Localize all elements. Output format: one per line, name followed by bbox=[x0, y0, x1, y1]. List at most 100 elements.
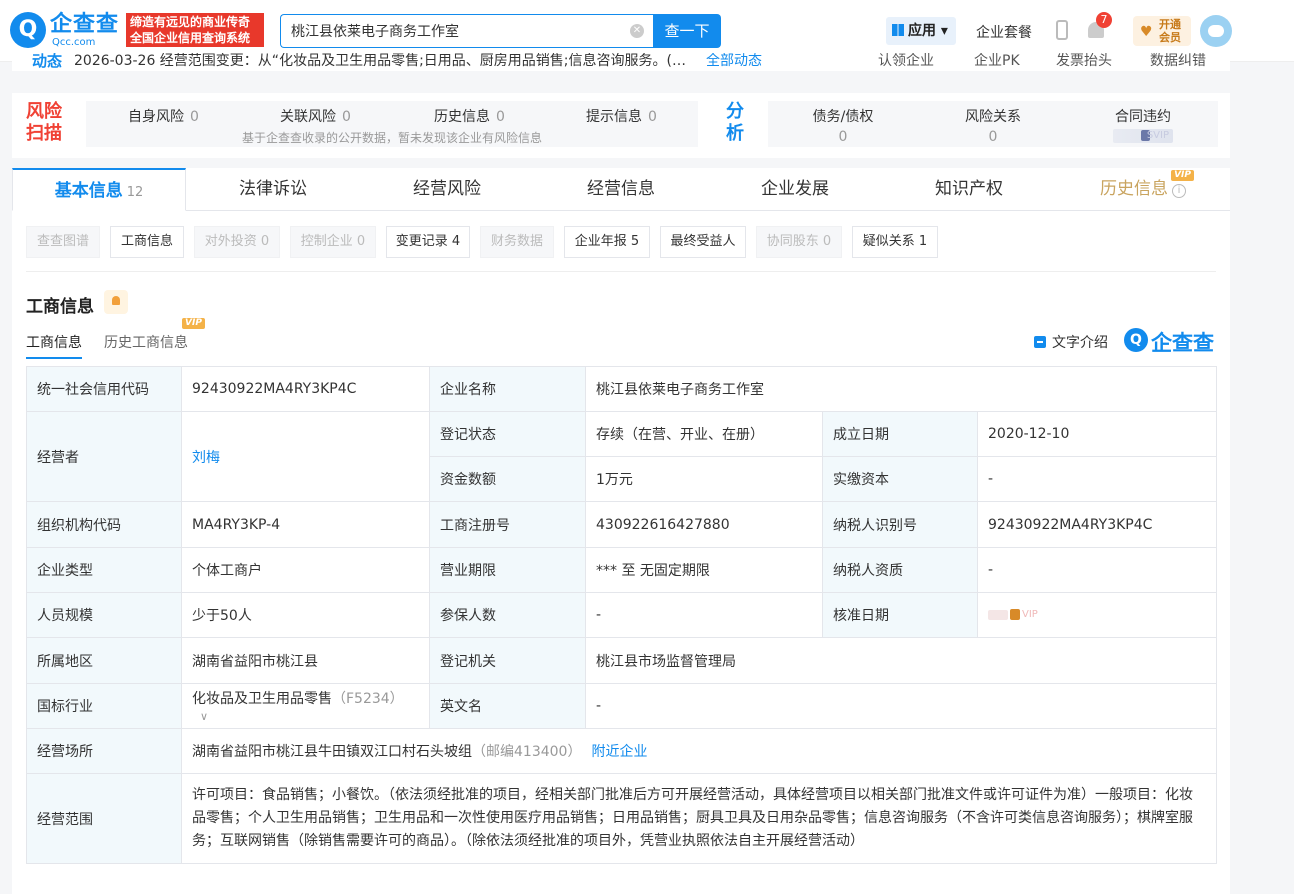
search-button[interactable]: 查一下 bbox=[653, 14, 721, 48]
dynamics-strip: 动态 2026-03-26 经营范围变更：从“化妆品及卫生用品零售;日用品、厨房… bbox=[12, 53, 1230, 71]
section-title: 工商信息 bbox=[26, 297, 94, 317]
tab-history[interactable]: 历史信息 i VIP bbox=[1056, 168, 1230, 211]
claim-company-link[interactable]: 认领企业 bbox=[878, 53, 934, 70]
vip-lock-icon bbox=[988, 608, 1046, 622]
risk-self[interactable]: 自身风险 0 bbox=[128, 106, 199, 126]
all-dynamics-link[interactable]: 全部动态 bbox=[706, 53, 762, 70]
search-box: ✕ bbox=[280, 14, 654, 48]
label: 组织机构代码 bbox=[26, 501, 182, 548]
label: 经营范围 bbox=[26, 773, 182, 864]
label: 核准日期 bbox=[822, 592, 978, 638]
logo-icon: Q bbox=[10, 12, 46, 48]
english-name-value: - bbox=[585, 683, 1217, 729]
logo-icon: Q bbox=[1124, 328, 1148, 352]
tab-operation-risk[interactable]: 经营风险 bbox=[360, 168, 534, 211]
risk-related[interactable]: 关联风险 0 bbox=[280, 106, 351, 126]
slogan-banner: 缔造有远见的商业传奇 全国企业信用查询系统 bbox=[126, 13, 264, 47]
slogan-line-1: 缔造有远见的商业传奇 bbox=[130, 15, 251, 29]
label: 企业类型 bbox=[26, 547, 182, 593]
grid-icon bbox=[892, 24, 904, 36]
subtab-beneficiary[interactable]: 最终受益人 bbox=[660, 226, 746, 258]
tab-legal[interactable]: 法律诉讼 bbox=[186, 168, 360, 211]
invoice-title-link[interactable]: 发票抬头 bbox=[1056, 53, 1112, 70]
postcode: （邮编413400） bbox=[472, 744, 582, 760]
vip-line-1: 开通 bbox=[1159, 18, 1181, 31]
apps-menu[interactable]: 应用 ▾ bbox=[886, 17, 956, 45]
operator-link[interactable]: 刘梅 bbox=[181, 411, 430, 502]
industry-value[interactable]: 化妆品及卫生用品零售（F5234）∨ bbox=[181, 683, 430, 729]
clear-icon[interactable]: ✕ bbox=[630, 24, 644, 38]
label: 英文名 bbox=[429, 683, 586, 729]
open-vip-button[interactable]: ♥ 开通 会员 bbox=[1133, 16, 1191, 46]
word-intro-button[interactable]: 文字介绍 bbox=[1034, 332, 1108, 352]
slogan-line-2: 全国企业信用查询系统 bbox=[130, 31, 251, 45]
chevron-down-icon[interactable]: ∨ bbox=[200, 710, 208, 723]
subtab-finance[interactable]: 财务数据 bbox=[480, 226, 554, 258]
label: 人员规模 bbox=[26, 592, 182, 638]
tax-id-value: 92430922MA4RY3KP4C bbox=[977, 501, 1217, 548]
subtab-investment[interactable]: 对外投资 0 bbox=[194, 226, 280, 258]
risk-scan-title: 风险扫描 bbox=[26, 101, 62, 144]
subscribe-bell-icon[interactable] bbox=[104, 290, 128, 314]
nearby-companies-link[interactable]: 附近企业 bbox=[591, 744, 647, 760]
label: 工商注册号 bbox=[429, 501, 586, 548]
region-value: 湖南省益阳市桃江县 bbox=[181, 637, 430, 684]
subtab-annual-report[interactable]: 企业年报 5 bbox=[564, 226, 650, 258]
company-pk-link[interactable]: 企业PK bbox=[974, 53, 1020, 70]
inner-tab-business-info[interactable]: 工商信息 bbox=[26, 332, 82, 359]
logo-domain: Qcc.com bbox=[52, 37, 96, 48]
tab-basic-info[interactable]: 基本信息 12 bbox=[12, 168, 186, 211]
business-info-table: 统一社会信用代码 92430922MA4RY3KP4C 企业名称 桃江县依莱电子… bbox=[26, 366, 1217, 864]
vip-tag: VIP bbox=[1171, 170, 1194, 181]
reg-number-value: 430922616427880 bbox=[585, 501, 823, 548]
approve-date-value[interactable] bbox=[977, 592, 1217, 638]
analysis-contract-breach[interactable]: 合同违约 bbox=[1068, 106, 1218, 147]
subtab-shareholders[interactable]: 协同股东 0 bbox=[756, 226, 842, 258]
risk-history[interactable]: 历史信息 0 bbox=[434, 106, 505, 126]
staff-size-value: 少于50人 bbox=[181, 592, 430, 638]
label: 国标行业 bbox=[26, 683, 182, 729]
label: 统一社会信用代码 bbox=[26, 366, 182, 412]
subtab-changes[interactable]: 变更记录 4 bbox=[386, 226, 470, 258]
paid-capital-value: - bbox=[977, 456, 1217, 502]
capital-value: 1万元 bbox=[585, 456, 823, 502]
address-value: 湖南省益阳市桃江县牛田镇双江口村石头坡组（邮编413400） 附近企业 bbox=[181, 728, 1217, 774]
package-link[interactable]: 企业套餐 bbox=[976, 22, 1032, 42]
analysis-debt[interactable]: 债务/债权 0 bbox=[768, 106, 918, 145]
status-value: 存续（在营、开业、在册） bbox=[585, 411, 823, 457]
analysis-risk-relation[interactable]: 风险关系 0 bbox=[918, 106, 1068, 145]
logo-text: 企查查 bbox=[50, 12, 120, 37]
subtab-business-info[interactable]: 工商信息 bbox=[110, 226, 184, 258]
business-scope-value: 许可项目：食品销售；小餐饮。（依法须经批准的项目，经相关部门批准后方可开展经营活… bbox=[181, 773, 1217, 864]
vip-line-2: 会员 bbox=[1159, 31, 1181, 44]
tax-qualification-value: - bbox=[977, 547, 1217, 593]
search-input[interactable] bbox=[281, 15, 621, 47]
tab-ip[interactable]: 知识产权 bbox=[882, 168, 1056, 211]
label: 纳税人识别号 bbox=[822, 501, 978, 548]
phone-icon[interactable] bbox=[1056, 20, 1068, 40]
authority-value: 桃江县市场监督管理局 bbox=[585, 637, 1217, 684]
risk-hint[interactable]: 提示信息 0 bbox=[586, 106, 657, 126]
label: 所属地区 bbox=[26, 637, 182, 684]
risk-summary[interactable]: 自身风险 0 关联风险 0 历史信息 0 提示信息 0 基于企查查收录的公开数据，暂未发… bbox=[86, 101, 698, 147]
analysis-summary: 债务/债权 0 风险关系 0 合同违约 bbox=[768, 101, 1218, 147]
tab-operation-info[interactable]: 经营信息 bbox=[534, 168, 708, 211]
data-correction-link[interactable]: 数据纠错 bbox=[1150, 53, 1206, 70]
label: 企业名称 bbox=[429, 366, 586, 412]
vip-heart-icon: ♥ bbox=[1140, 24, 1153, 40]
inner-tab-history-business[interactable]: 历史工商信息 bbox=[104, 332, 188, 352]
qcc-logo[interactable]: Q 企查查 Qcc.com bbox=[10, 12, 122, 48]
label: 经营场所 bbox=[26, 728, 182, 774]
subtab-controlled[interactable]: 控制企业 0 bbox=[290, 226, 376, 258]
label: 成立日期 bbox=[822, 411, 978, 457]
subtab-suspected[interactable]: 疑似关系 1 bbox=[852, 226, 938, 258]
avatar[interactable] bbox=[1200, 15, 1232, 47]
apps-label: 应用 bbox=[908, 23, 936, 39]
label: 登记状态 bbox=[429, 411, 586, 457]
dynamics-label: 动态 bbox=[32, 53, 63, 70]
subtab-graph[interactable]: 查查图谱 bbox=[26, 226, 100, 258]
label: 纳税人资质 bbox=[822, 547, 978, 593]
svip-lock-icon bbox=[1113, 129, 1173, 143]
tab-development[interactable]: 企业发展 bbox=[708, 168, 882, 211]
main-tabs: 基本信息 12 法律诉讼 经营风险 经营信息 企业发展 知识产权 历史信息 i VIP bbox=[12, 168, 1230, 211]
